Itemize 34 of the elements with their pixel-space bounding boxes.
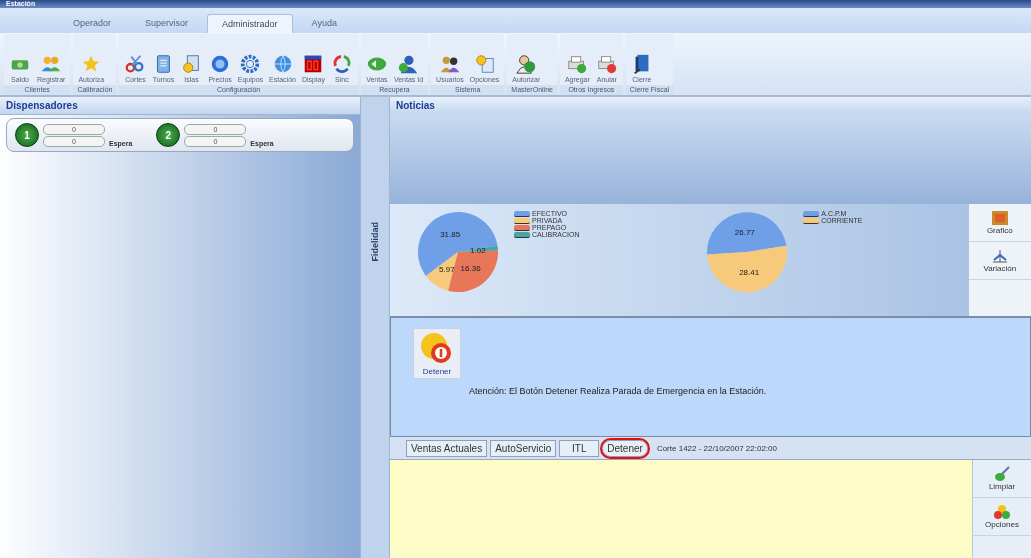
user-icon bbox=[397, 53, 420, 75]
bottom-tab[interactable]: AutoServicio bbox=[490, 439, 557, 457]
ribbon-tab[interactable]: Ayuda bbox=[296, 13, 352, 33]
side-button[interactable]: Variación bbox=[968, 242, 1031, 280]
data-label: 28.41 bbox=[739, 267, 760, 277]
user-icon bbox=[515, 53, 538, 75]
chart-axes-icon bbox=[990, 248, 1009, 264]
framed-picture-icon bbox=[990, 210, 1009, 226]
gear-icon bbox=[239, 53, 262, 75]
brush-icon bbox=[993, 466, 1011, 482]
alert-message: Atención: El Botón Detener Realiza Parada de Emergencia en la Estación. bbox=[469, 386, 767, 396]
panel-title: Noticias bbox=[390, 97, 1031, 114]
panel-title: Dispensadores bbox=[0, 97, 360, 115]
data-label: 5.97 bbox=[439, 264, 455, 274]
printer-check-icon bbox=[566, 53, 589, 75]
dispenser-number[interactable]: 1 bbox=[15, 123, 39, 147]
bottom-tab[interactable]: Ventas Actuales bbox=[406, 439, 488, 457]
stop-button[interactable]: Detener bbox=[413, 328, 461, 379]
colored-balls-icon bbox=[993, 504, 1011, 520]
status-text: Corte 1422 - 22/10/2007 22:02:00 bbox=[656, 443, 777, 453]
data-label: 16.36 bbox=[460, 263, 481, 273]
data-label: 26.77 bbox=[735, 228, 756, 238]
dispenser-number[interactable]: 2 bbox=[156, 123, 181, 147]
bottom-tab[interactable]: ITL bbox=[559, 439, 600, 457]
side-button[interactable]: Limpiar bbox=[973, 460, 1031, 498]
side-button[interactable]: Grafico bbox=[968, 204, 1031, 242]
side-button[interactable]: Opciones bbox=[973, 498, 1031, 536]
bottom-tab[interactable]: Detener bbox=[602, 439, 648, 457]
ribbon-tab[interactable]: Operador bbox=[58, 13, 127, 33]
side-tab[interactable]: Fidelidad bbox=[370, 222, 380, 262]
ribbon-tab[interactable]: Supervisor bbox=[130, 13, 204, 33]
ribbon-tab[interactable]: Administrador bbox=[207, 14, 293, 33]
data-label: 31.85 bbox=[440, 229, 461, 239]
printer-cancel-icon bbox=[595, 53, 618, 75]
